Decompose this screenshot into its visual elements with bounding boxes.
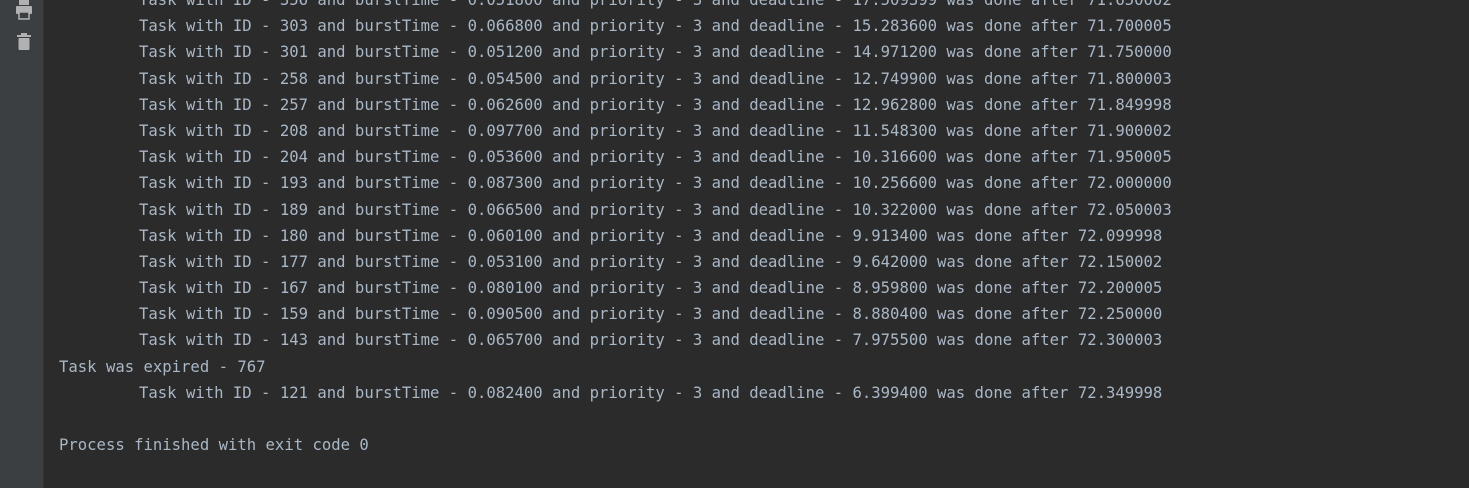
console-line: Task was expired - 767 [59,357,266,376]
console-line: Task with ID - 356 and burstTime - 0.051… [139,0,1172,9]
console-line: Task with ID - 159 and burstTime - 0.090… [139,305,1163,324]
console-line: Task with ID - 121 and burstTime - 0.082… [139,383,1163,402]
console-blank-line [59,406,1172,432]
console-line: Task with ID - 301 and burstTime - 0.051… [139,43,1172,62]
console-line: Task with ID - 204 and burstTime - 0.053… [139,148,1172,167]
console-lines: Task with ID - 356 and burstTime - 0.051… [59,0,1172,458]
console-line: Task with ID - 189 and burstTime - 0.066… [139,200,1172,219]
console-line: Task with ID - 258 and burstTime - 0.054… [139,69,1172,88]
console-line: Task with ID - 167 and burstTime - 0.080… [139,279,1163,298]
console-line: Task with ID - 177 and burstTime - 0.053… [139,252,1163,271]
console-line: Task with ID - 257 and burstTime - 0.062… [139,95,1172,114]
console-line: Task with ID - 303 and burstTime - 0.066… [139,17,1172,36]
print-icon[interactable] [14,0,34,20]
trash-icon[interactable] [14,32,34,52]
console-line: Task with ID - 208 and burstTime - 0.097… [139,121,1172,140]
console-line: Task with ID - 193 and burstTime - 0.087… [139,174,1172,193]
console-line: Task with ID - 143 and burstTime - 0.065… [139,331,1163,350]
console-toolbar [0,0,44,488]
console-line: Task with ID - 180 and burstTime - 0.060… [139,226,1163,245]
console-output[interactable]: Task with ID - 356 and burstTime - 0.051… [44,0,1469,488]
console-line: Process finished with exit code 0 [59,436,369,455]
run-console-window: Task with ID - 356 and burstTime - 0.051… [0,0,1469,488]
